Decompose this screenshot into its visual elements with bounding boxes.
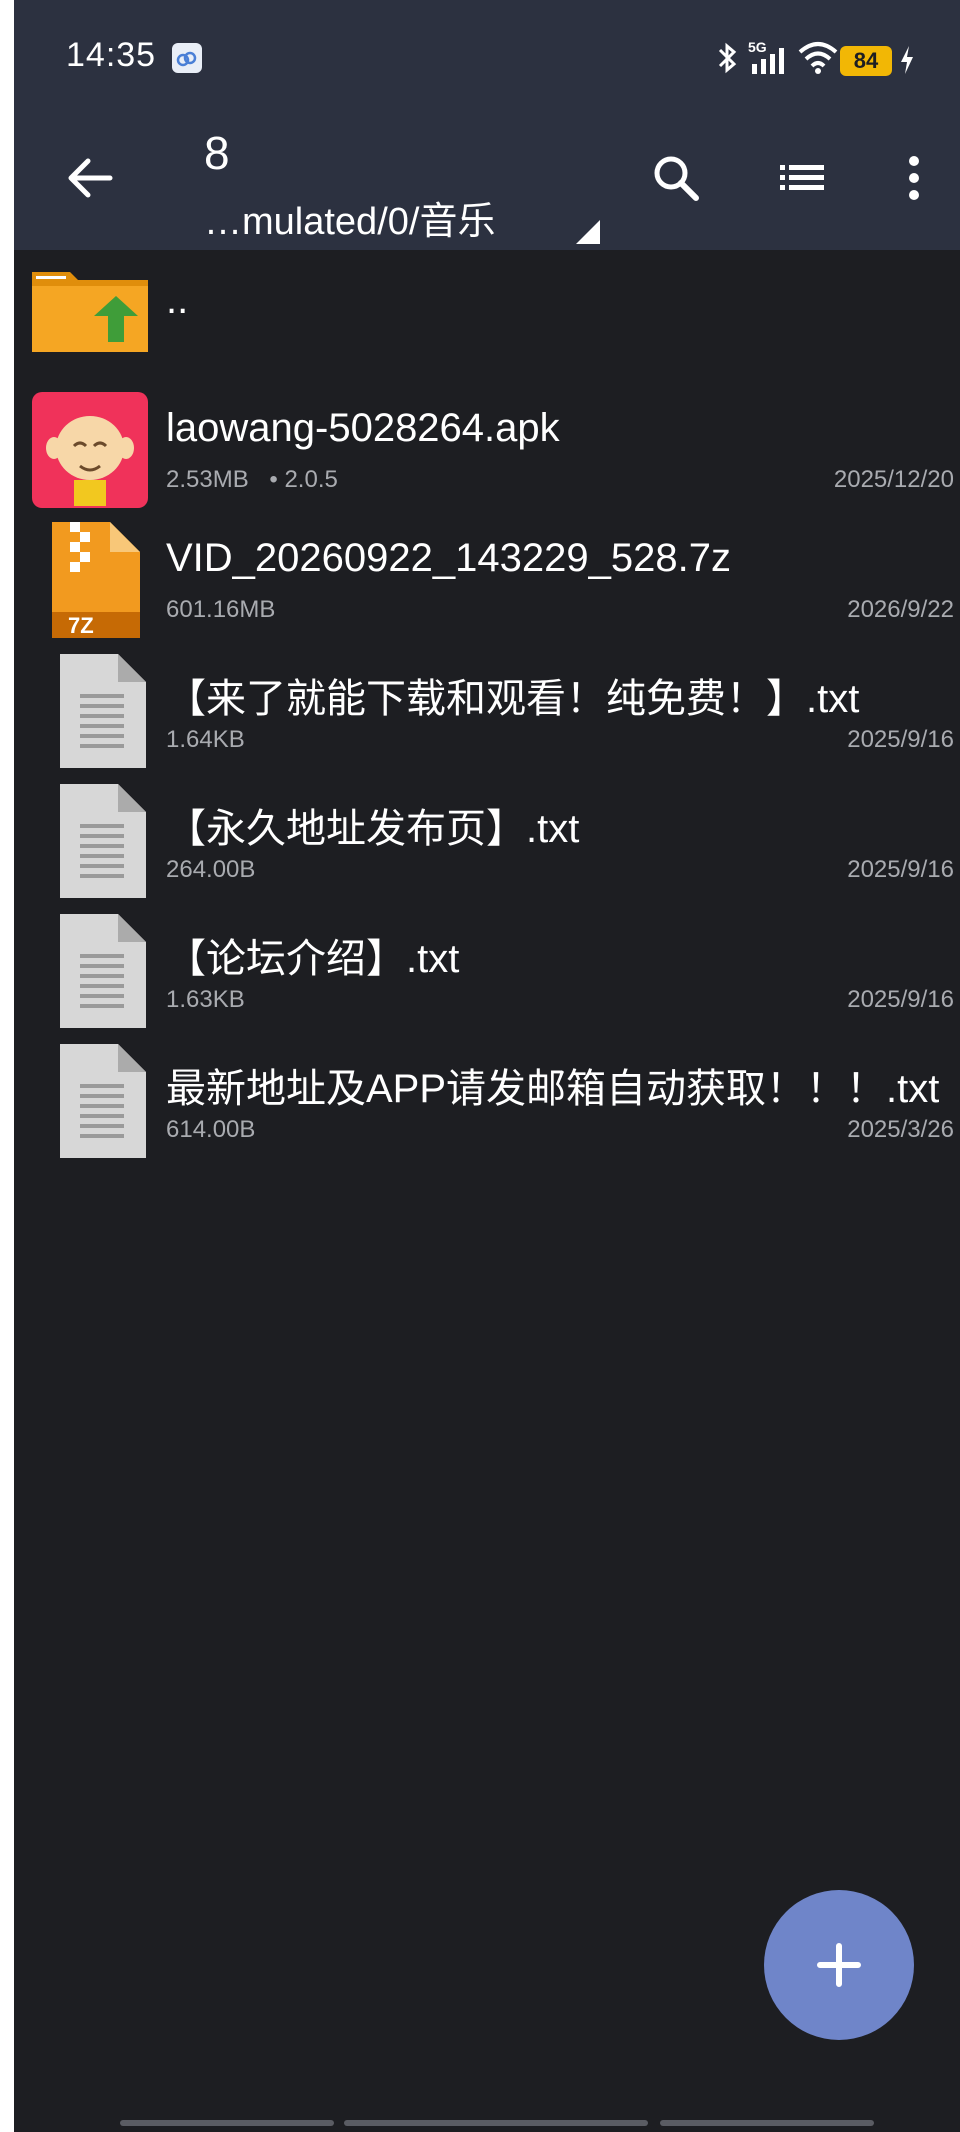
list-item[interactable]: 【来了就能下载和观看！纯免费！】.txt 1.64KB 2025/9/16 [14, 640, 960, 770]
text-file-icon [60, 654, 146, 768]
text-file-icon [60, 784, 146, 898]
file-date: 2025/9/16 [847, 986, 954, 1013]
file-list: .. laowang-5028264.apk 2.53MB • 2.0.5 20… [14, 254, 960, 1160]
list-item[interactable]: 【永久地址发布页】.txt 264.00B 2025/9/16 [14, 770, 960, 900]
file-date: 2026/9/22 [847, 596, 954, 623]
file-name: 【来了就能下载和观看！纯免费！】.txt [166, 677, 860, 721]
list-item-parent-folder[interactable]: .. [14, 254, 960, 380]
current-path[interactable]: …mulated/0/音乐 [204, 190, 495, 245]
path-dropdown-icon[interactable] [574, 218, 602, 246]
file-size: 2.53MB • 2.0.5 [166, 466, 338, 494]
cloud-icon [172, 43, 202, 73]
file-name: 【论坛介绍】.txt [166, 937, 460, 981]
wifi-icon [798, 42, 838, 74]
text-file-icon [60, 914, 146, 1028]
signal-5g-icon: 5G [748, 39, 784, 74]
text-file-icon [60, 1044, 146, 1158]
list-view-icon[interactable] [772, 148, 832, 208]
file-size-value: 2.53MB [166, 466, 249, 493]
svg-text:5G: 5G [748, 39, 767, 55]
file-size: 1.64KB [166, 726, 245, 753]
plus-icon [817, 1943, 861, 1987]
file-name: 最新地址及APP请发邮箱自动获取！！！.txt [166, 1067, 940, 1111]
list-item[interactable]: laowang-5028264.apk 2.53MB • 2.0.5 2025/… [14, 380, 960, 510]
more-vert-icon[interactable] [884, 148, 944, 208]
file-date: 2025/9/16 [847, 726, 954, 753]
file-size: 601.16MB [166, 596, 276, 623]
file-date: 2025/12/20 [833, 466, 954, 493]
parent-folder-label: .. [166, 278, 189, 322]
search-icon[interactable] [646, 148, 706, 208]
item-count: 8 [204, 127, 230, 179]
file-manager-screen: 14:35 5G 84 8 …mulated/0/音乐 .. laowang-5… [14, 0, 960, 2132]
folder-up-icon [32, 272, 148, 352]
file-name: 【永久地址发布页】.txt [166, 807, 580, 851]
file-date: 2025/3/26 [847, 1116, 954, 1143]
file-version: • 2.0.5 [269, 466, 338, 493]
charging-icon [901, 46, 913, 74]
7z-archive-icon: 7Z [52, 522, 140, 638]
file-date: 2025/9/16 [847, 856, 954, 883]
nav-indicator-center [344, 2120, 648, 2126]
nav-indicator-right [660, 2120, 874, 2126]
file-name: laowang-5028264.apk [166, 406, 560, 450]
bluetooth-icon [718, 42, 737, 74]
back-arrow-icon[interactable] [60, 148, 120, 208]
file-size: 264.00B [166, 856, 256, 883]
status-time: 14:35 [66, 36, 157, 74]
battery-indicator: 84 [840, 46, 892, 76]
nav-indicator-left [120, 2120, 334, 2126]
file-size: 614.00B [166, 1116, 256, 1143]
file-size: 1.63KB [166, 986, 245, 1013]
file-name: VID_20260922_143229_528.7z [166, 536, 731, 580]
list-item[interactable]: 7Z VID_20260922_143229_528.7z 601.16MB 2… [14, 510, 960, 640]
apk-app-icon [32, 392, 148, 508]
svg-text:7Z: 7Z [68, 613, 94, 638]
top-app-bar: 14:35 5G 84 8 …mulated/0/音乐 [14, 0, 960, 250]
list-item[interactable]: 【论坛介绍】.txt 1.63KB 2025/9/16 [14, 900, 960, 1030]
list-item[interactable]: 最新地址及APP请发邮箱自动获取！！！.txt 614.00B 2025/3/2… [14, 1030, 960, 1160]
add-button[interactable] [764, 1890, 914, 2040]
